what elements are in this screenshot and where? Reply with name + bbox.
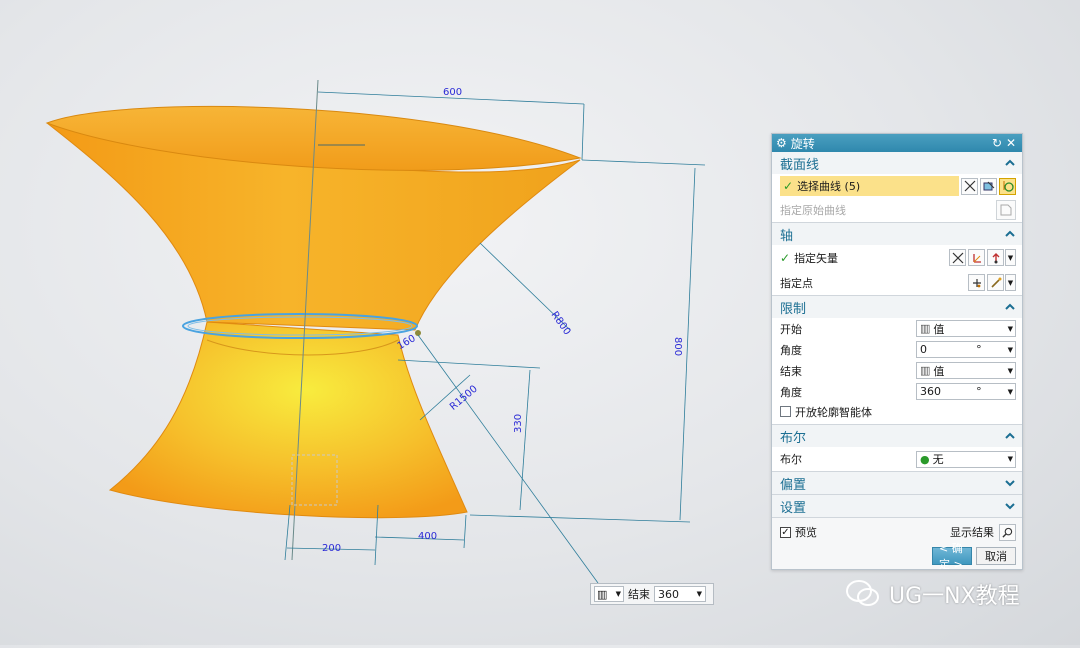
boolean-row: 布尔 ● 无 ▼ — [772, 447, 1022, 471]
chevron-up-icon — [1005, 230, 1015, 237]
start-angle-row: 角度 0 ° ▼ — [772, 339, 1022, 360]
end-label: 结束 — [628, 588, 650, 601]
start-mode-select[interactable]: ▥ 值 ▼ — [916, 320, 1016, 337]
value-mode-icon: ▥ — [920, 364, 931, 377]
boolean-header[interactable]: 布尔 — [772, 425, 1022, 447]
show-result-label: 显示结果 — [950, 526, 994, 539]
inferred-vector-icon[interactable] — [987, 249, 1004, 266]
chevron-down-icon — [1005, 503, 1015, 510]
dim-neck[interactable]: 160 — [396, 333, 418, 352]
start-row: 开始 ▥ 值 ▼ — [772, 318, 1022, 339]
end-angle-field[interactable]: 360 ° ▼ — [916, 383, 1016, 400]
chat-bubble-icon — [846, 580, 879, 606]
boolean-group: 布尔 布尔 ● 无 ▼ — [772, 425, 1022, 472]
check-icon: ✓ — [780, 250, 791, 265]
show-result-button[interactable] — [999, 523, 1016, 541]
value-mode-icon: ▥ — [920, 322, 931, 335]
chevron-up-icon — [1005, 432, 1015, 439]
sketch-section-icon[interactable] — [980, 177, 997, 195]
specify-point-row: 指定点 ▼ — [772, 270, 1022, 295]
value-mode-icon: ▥ — [597, 587, 608, 601]
curve-select-icon[interactable] — [999, 177, 1016, 195]
reset-icon[interactable]: ↻ — [990, 136, 1004, 150]
inferred-point-icon[interactable] — [987, 274, 1004, 291]
chevron-down-icon — [1005, 480, 1015, 487]
dialog-footer: ✓ 预览 显示结果 < 确定 > 取消 — [772, 518, 1022, 571]
end-mode-select[interactable]: ▥ 值 ▼ — [916, 362, 1016, 379]
origin-curve-icon — [996, 200, 1016, 220]
dialog-titlebar[interactable]: ⚙ 旋转 ↻ ✕ — [772, 134, 1022, 152]
start-angle-field[interactable]: 0 ° ▼ — [916, 341, 1016, 358]
dim-upper-radius[interactable]: R800 — [549, 310, 573, 338]
ok-button[interactable]: < 确定 > — [932, 542, 972, 571]
dim-height[interactable]: 800 — [672, 337, 683, 356]
chevron-up-icon — [1005, 303, 1015, 310]
section-curve-group: 截面线 ✓ 选择曲线 (5) 指定原始曲线 — [772, 152, 1022, 223]
cancel-button[interactable]: 取消 — [976, 547, 1016, 565]
settings-header[interactable]: 设置 — [772, 495, 1022, 517]
magnifier-icon — [1002, 527, 1013, 538]
settings-group: 设置 — [772, 495, 1022, 518]
axis-header[interactable]: 轴 — [772, 223, 1022, 245]
limits-group: 限制 开始 ▥ 值 ▼ 角度 0 ° ▼ 结束 ▥ 值 ▼ 角度 360 ° ▼… — [772, 296, 1022, 425]
limits-header[interactable]: 限制 — [772, 296, 1022, 318]
close-icon[interactable]: ✕ — [1004, 136, 1018, 150]
check-icon: ✓ — [783, 179, 794, 193]
dim-lower-height[interactable]: 330 — [513, 414, 524, 433]
vector-dialog-icon[interactable] — [968, 249, 985, 266]
chevron-up-icon — [1005, 159, 1015, 166]
value-mode-dropdown[interactable]: ▥ ▼ — [594, 586, 624, 602]
lower-revolved-surface[interactable] — [108, 321, 468, 519]
end-row: 结束 ▥ 值 ▼ — [772, 360, 1022, 381]
offset-group: 偏置 — [772, 472, 1022, 495]
section-curve-header[interactable]: 截面线 — [772, 152, 1022, 174]
preview-label: 预览 — [795, 526, 817, 539]
specify-vector-row: ✓ 指定矢量 ▼ — [772, 245, 1022, 270]
revolve-dialog: ⚙ 旋转 ↻ ✕ 截面线 ✓ 选择曲线 (5) 指定原始曲线 轴 ✓ 指定矢量 … — [771, 133, 1023, 571]
point-type-dropdown[interactable]: ▼ — [1005, 274, 1016, 291]
watermark-text: UG一NX教程 — [889, 584, 1020, 609]
point-dialog-icon[interactable] — [968, 274, 985, 291]
cross-rule-icon[interactable] — [949, 249, 966, 266]
dim-bottom-half[interactable]: 200 — [322, 543, 341, 554]
curve-rule-icon[interactable] — [961, 177, 978, 195]
watermark: UG一NX教程 — [845, 578, 1020, 610]
end-value-field[interactable]: 360 ▼ — [654, 586, 706, 602]
gear-icon: ⚙ — [776, 136, 787, 150]
end-angle-row: 角度 360 ° ▼ — [772, 381, 1022, 402]
dim-lower-radius[interactable]: R1500 — [448, 384, 480, 413]
end-angle-onscreen-input[interactable]: ▥ ▼ 结束 360 ▼ — [590, 583, 714, 605]
open-profile-row: 开放轮廓智能体 — [772, 402, 1022, 424]
open-profile-checkbox[interactable] — [780, 406, 791, 417]
specify-origin-curve-row: 指定原始曲线 — [772, 198, 1022, 222]
dim-top-width[interactable]: 600 — [443, 87, 462, 98]
select-curve-row[interactable]: ✓ 选择曲线 (5) — [780, 176, 959, 196]
vector-type-dropdown[interactable]: ▼ — [1005, 249, 1016, 266]
preview-checkbox[interactable]: ✓ — [780, 526, 791, 538]
boolean-none-icon: ● — [920, 452, 930, 466]
dim-bottom-width[interactable]: 400 — [418, 531, 437, 542]
offset-header[interactable]: 偏置 — [772, 472, 1022, 494]
axis-group: 轴 ✓ 指定矢量 ▼ 指定点 ▼ — [772, 223, 1022, 296]
boolean-select[interactable]: ● 无 ▼ — [916, 450, 1016, 468]
dialog-title: 旋转 — [790, 136, 815, 151]
